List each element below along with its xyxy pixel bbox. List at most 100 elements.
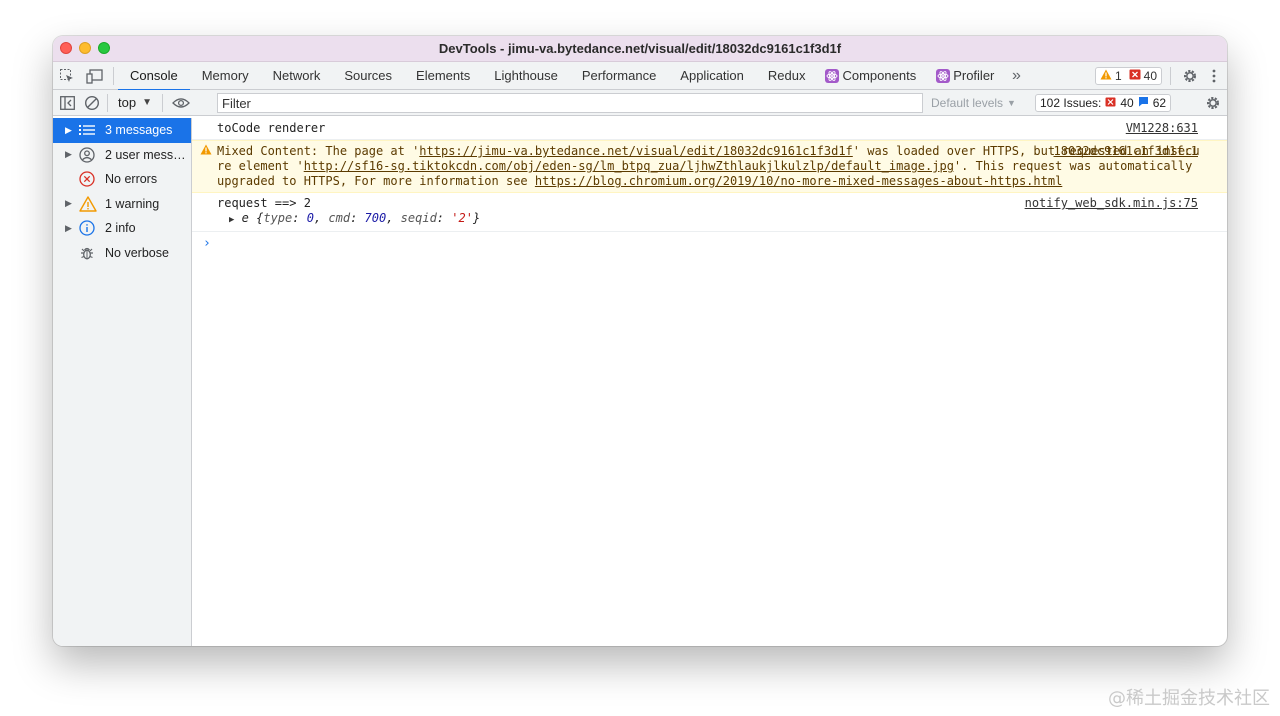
issues-counter[interactable]: 102 Issues: 40 62 [1035,94,1172,112]
warnings-errors-counter[interactable]: 1 40 [1094,67,1162,85]
maximize-window-button[interactable] [98,42,110,54]
tab-label: Sources [344,68,393,83]
toolbar-divider [113,66,114,85]
traffic-lights [60,42,110,54]
tab-performance[interactable]: Performance [570,62,668,90]
console-settings-gear-icon[interactable] [1205,90,1221,116]
object-key: type [263,211,293,225]
tab-lighthouse[interactable]: Lighthouse [482,62,570,90]
source-link[interactable]: VM1228:631 [1126,121,1198,136]
tab-network[interactable]: Network [261,62,333,90]
tab-profiler[interactable]: Profiler [928,62,1006,90]
context-label: top [118,95,137,110]
info-icon [79,220,101,236]
sidebar-item-label: No verbose [105,245,169,260]
minimize-window-button[interactable] [79,42,91,54]
insecure-element-link[interactable]: http://sf16-sg.tiktokcdn.com/obj/eden-sg… [304,159,954,173]
tab-label: Profiler [953,68,995,83]
sidebar-item-errors[interactable]: No errors [53,167,191,192]
react-logo-icon [825,68,840,83]
source-link[interactable]: 18032dc9161c1f3d1f:1 [1054,144,1199,159]
sidebar-item-messages[interactable]: ▶ 3 messages [53,118,191,143]
toolbar-divider [107,93,108,112]
page-url-link[interactable]: https://jimu-va.bytedance.net/visual/edi… [419,144,852,158]
tab-label: Elements [416,68,471,83]
tab-elements[interactable]: Elements [404,62,482,90]
more-options-icon[interactable] [1201,62,1227,90]
sidebar-item-label: 2 info [105,221,136,236]
tab-sources[interactable]: Sources [332,62,404,90]
window-title: DevTools - jimu-va.bytedance.net/visual/… [438,41,842,56]
tab-label: Components [842,68,917,83]
levels-label: Default levels [931,96,1004,110]
tab-bar-right: 1 40 [1094,62,1227,90]
tab-memory[interactable]: Memory [190,62,261,90]
more-info-link[interactable]: https://blog.chromium.org/2019/10/no-mor… [535,174,1062,188]
sidebar-item-info[interactable]: ▶ 2 info [53,216,191,241]
sidebar-item-user-messages[interactable]: ▶ 2 user mess… [53,143,191,168]
more-tabs-chevron-icon[interactable]: » [1006,62,1026,90]
console-sidebar: ▶ 3 messages ▶ 2 user mess… No errors ▶ … [53,118,192,646]
issues-info-count: 62 [1152,96,1167,110]
console-message: request ==> 2 notify_web_sdk.min.js:75 ▶… [192,193,1227,232]
device-toolbar-icon[interactable] [81,62,109,90]
console-warning-message: Mixed Content: The page at 'https://jimu… [192,140,1227,193]
expand-caret-icon[interactable]: ▶ [65,125,79,136]
tab-redux[interactable]: Redux [756,62,818,90]
message-text: toCode renderer [217,121,326,135]
object-key: seqid [400,211,437,225]
tab-label: Performance [581,68,657,83]
object-preview[interactable]: ▶ e {type: 0, cmd: 700, seqid: '2'} [217,211,1205,228]
devtools-window: DevTools - jimu-va.bytedance.net/visual/… [53,36,1227,646]
info-message-icon [1138,96,1149,110]
dropdown-arrow-icon: ▼ [142,97,152,108]
bug-icon [79,245,101,261]
console-prompt[interactable]: › [192,232,1227,251]
user-icon [79,147,101,163]
tab-components[interactable]: Components [817,62,928,90]
error-count: 40 [1143,69,1157,83]
react-logo-icon [936,68,951,83]
tab-label: Application [680,68,744,83]
console-messages: toCode renderer VM1228:631 Mixed Content… [192,118,1227,646]
object-name: e [241,211,249,225]
log-levels-dropdown[interactable]: Default levels ▼ [931,90,1016,116]
tab-label: Memory [201,68,249,83]
object-value: 700 [364,211,387,225]
issues-label: 102 Issues: [1040,96,1102,110]
issues-error-count: 40 [1120,96,1134,110]
sidebar-toggle-icon[interactable] [53,89,81,117]
tab-console[interactable]: Console [118,62,190,91]
filter-input[interactable] [217,93,923,113]
console-toolbar: top ▼ Default levels ▼ 102 Issues: 40 62 [53,90,1227,116]
tab-application[interactable]: Application [668,62,756,90]
console-message: toCode renderer VM1228:631 [192,118,1227,140]
object-value: '2' [451,211,473,225]
clear-console-icon[interactable] [81,89,103,117]
expand-caret-icon[interactable]: ▶ [65,198,79,209]
panel-tab-bar: Console Memory Network Sources Elements … [53,62,1227,91]
sidebar-item-verbose[interactable]: No verbose [53,241,191,266]
live-expression-eye-icon[interactable] [167,89,195,117]
source-link[interactable]: notify_web_sdk.min.js:75 [1025,196,1198,211]
sidebar-item-warnings[interactable]: ▶ 1 warning [53,192,191,217]
console-body: ▶ 3 messages ▶ 2 user mess… No errors ▶ … [53,118,1227,646]
warning-text: Mixed Content: The page at ' [217,144,420,158]
settings-gear-icon[interactable] [1179,62,1201,90]
object-key: cmd [328,211,351,225]
close-window-button[interactable] [60,42,72,54]
error-icon [79,171,101,187]
context-selector[interactable]: top ▼ [112,95,158,110]
inspect-element-icon[interactable] [53,62,81,90]
toolbar-divider [161,93,163,112]
sidebar-item-label: 3 messages [105,123,173,138]
expand-caret-icon[interactable]: ▶ [65,223,79,234]
expand-caret-icon[interactable]: ▶ [65,149,79,160]
object-value: 0 [306,211,314,225]
warning-icon [200,144,212,159]
warning-icon [1100,69,1112,83]
error-icon [1129,69,1141,83]
sidebar-item-label: 2 user mess… [105,147,186,162]
tab-label: Network [272,68,321,83]
expand-triangle-icon[interactable]: ▶ [229,215,234,225]
